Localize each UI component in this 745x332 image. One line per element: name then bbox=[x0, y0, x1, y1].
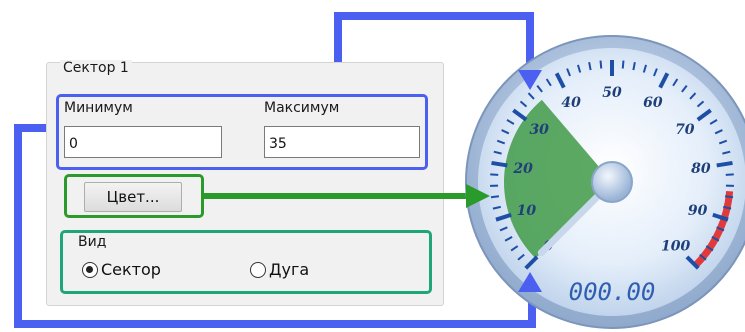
gauge-minor-tick bbox=[490, 195, 500, 199]
gauge-tick-label: 60 bbox=[643, 95, 663, 111]
gauge-minor-tick bbox=[724, 195, 734, 199]
gauge-tick-label: 70 bbox=[675, 122, 695, 138]
gauge-readout: 000.00 bbox=[569, 278, 656, 306]
gauge-minor-tick bbox=[490, 173, 499, 176]
gauge-minor-tick bbox=[725, 173, 734, 176]
gauge-tick-label: 30 bbox=[529, 122, 549, 138]
gauge-minor-tick bbox=[599, 60, 603, 69]
gauge-major-tick bbox=[716, 160, 733, 168]
gauge-tick-label: 10 bbox=[517, 203, 537, 219]
gauge-tick-label: 100 bbox=[661, 239, 690, 255]
gauge-tick-label: 40 bbox=[561, 95, 581, 111]
gauge-tick-label: 50 bbox=[602, 85, 622, 101]
gauge-major-tick bbox=[491, 160, 508, 168]
gauge-tick-label: 80 bbox=[691, 161, 711, 177]
gauge-minor-tick bbox=[621, 60, 625, 69]
gauge-layer: 0102030405060708090100 000.00 bbox=[465, 35, 745, 329]
gauge-tick-label: 90 bbox=[688, 203, 708, 219]
gauge-hub bbox=[591, 161, 633, 203]
gauge-tick-label: 20 bbox=[512, 161, 533, 177]
